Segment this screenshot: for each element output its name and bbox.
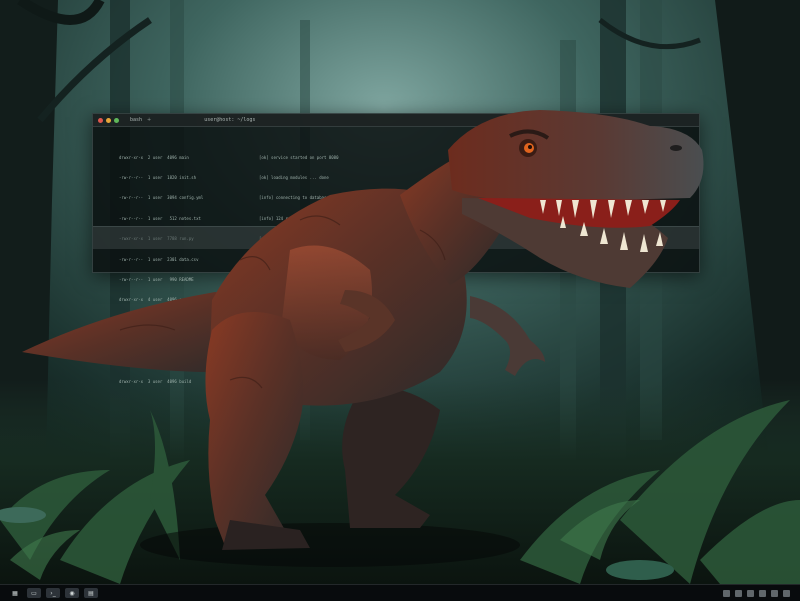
output-line: -rw-r--r-- 1 user 2301 data.csv	[119, 256, 199, 262]
terminal-output[interactable]: drwxr-xr-x 2 user 4096 main -rw-r--r-- 1…	[93, 127, 699, 384]
output-line: drwxr-xr-x 2 user 4096 main	[119, 154, 189, 160]
maximize-button[interactable]	[114, 117, 119, 123]
output-line: [info] connecting to database	[259, 195, 329, 201]
window-title: user@host: ~/logs	[204, 117, 256, 123]
output-line: [ok] worker pool ready (4)	[259, 256, 322, 262]
taskbar-folder-button[interactable]: ▭	[27, 588, 41, 598]
browser-icon: ◉	[69, 589, 75, 597]
output-line: -rw-r--r-- 1 user 512 notes.txt	[119, 215, 201, 221]
grid-icon: ▦	[12, 589, 18, 597]
taskbar: ▦ ▭ ›_ ◉ ▤	[0, 584, 800, 601]
output-line: -rw-r--r-- 1 user 221 .env	[119, 338, 189, 344]
notification-icon[interactable]	[759, 589, 766, 597]
minimize-button[interactable]	[106, 117, 111, 123]
output-line: -rw-r--r-- 1 user 3094 config.yml	[119, 195, 204, 201]
terminal-icon: ›_	[50, 589, 56, 597]
output-line: drwxr-xr-x 3 user 4096 build	[119, 378, 192, 384]
files-icon: ▤	[88, 589, 94, 597]
terminal-tab[interactable]: bash	[130, 117, 142, 123]
output-line: -rw-r--r-- 1 user 1820 init.sh	[119, 174, 197, 180]
terminal-status-strip	[93, 226, 699, 249]
taskbar-terminal-button[interactable]: ›_	[46, 588, 60, 598]
output-line: -rw-r--r-- 1 user 990 README	[119, 276, 194, 282]
folder-icon: ▭	[31, 589, 37, 597]
output-line: [ok] service started on port 8080	[259, 154, 339, 160]
output-line: [ok] loading modules ... done	[259, 174, 329, 180]
settings-icon[interactable]	[771, 589, 778, 597]
terminal-window[interactable]: bash + user@host: ~/logs drwxr-xr-x 2 us…	[92, 113, 700, 384]
output-line: drwxr-xr-x 4 user 4096 src	[119, 297, 187, 303]
file-listing: drwxr-xr-x 2 user 4096 main -rw-r--r-- 1…	[119, 141, 203, 399]
new-tab-icon[interactable]: +	[147, 117, 151, 123]
output-line: -rw-r--r-- 1 user 6120 log.txt	[119, 358, 197, 364]
terminal-title-bar[interactable]: bash + user@host: ~/logs	[93, 114, 699, 127]
volume-icon[interactable]	[735, 589, 742, 597]
output-line: -rw-r--r-- 1 user 1450 setup.cfg	[119, 317, 201, 323]
network-icon[interactable]	[723, 589, 730, 597]
output-line: [ok] health check passed	[259, 297, 317, 303]
taskbar-browser-button[interactable]: ◉	[65, 588, 79, 598]
output-line: [info] 124 records processed	[259, 215, 327, 221]
start-menu-button[interactable]: ▦	[8, 588, 22, 598]
close-button[interactable]	[98, 117, 103, 123]
clock-icon[interactable]	[783, 589, 790, 597]
battery-icon[interactable]	[747, 589, 754, 597]
taskbar-files-button[interactable]: ▤	[84, 588, 98, 598]
output-line: [info] listening for requests	[259, 276, 329, 282]
